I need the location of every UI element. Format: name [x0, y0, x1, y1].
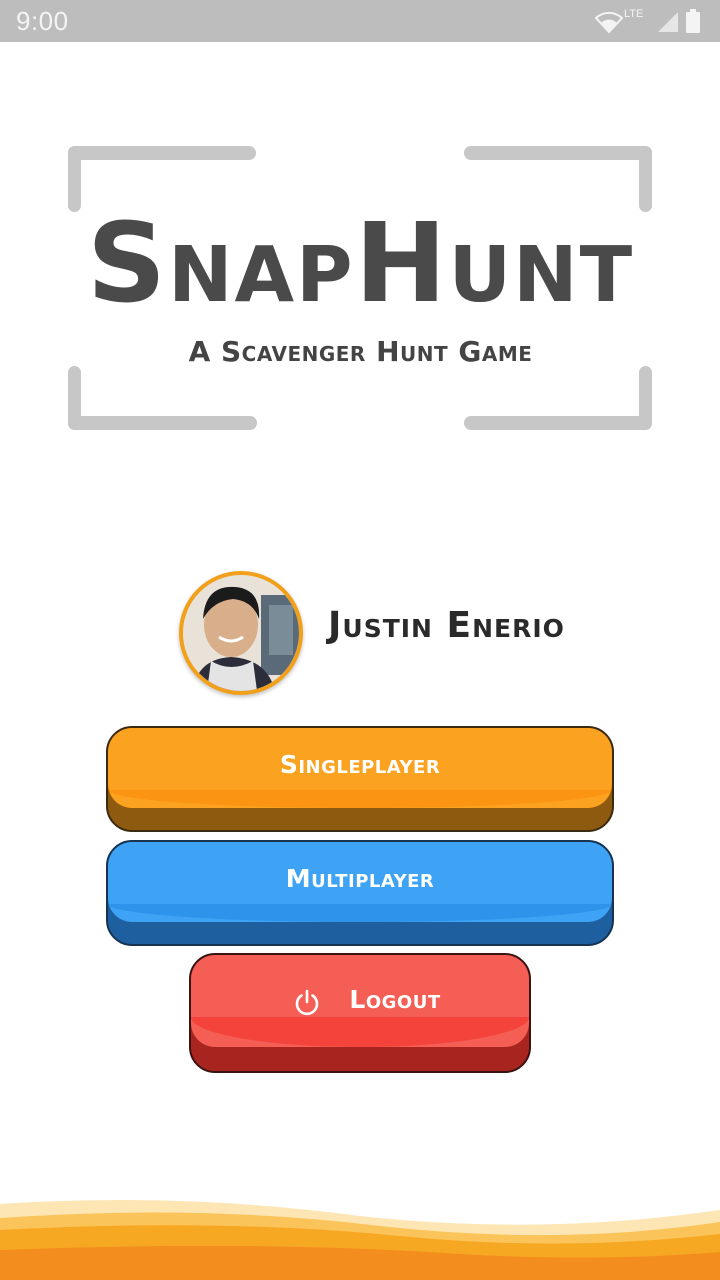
singleplayer-button-label: Singleplayer	[279, 750, 441, 779]
avatar-photo	[183, 575, 299, 691]
battery-icon	[686, 9, 700, 33]
network-type: LTE	[624, 8, 644, 20]
status-bar: 9:00 LTE	[0, 0, 720, 42]
frame-corner-top-left	[68, 146, 256, 160]
frame-corner-bottom-left	[68, 416, 257, 430]
singleplayer-button[interactable]: Singleplayer	[106, 726, 614, 832]
frame-corner-top-right	[464, 146, 652, 160]
multiplayer-button[interactable]: Multiplayer	[106, 840, 614, 946]
app-logo: SnapHunt A Scavenger Hunt Game	[68, 146, 653, 432]
status-time: 9:00	[16, 6, 69, 36]
status-icons: LTE	[594, 8, 706, 34]
logout-button[interactable]: Logout	[189, 953, 531, 1073]
app-title: SnapHunt	[86, 199, 635, 327]
signal-icon	[658, 12, 678, 32]
user-name: Justin Enerio	[328, 605, 565, 646]
frame-corner-top-right	[639, 146, 652, 212]
frame-corner-bottom-right	[639, 366, 652, 430]
multiplayer-button-label: Multiplayer	[285, 864, 435, 893]
avatar	[179, 571, 303, 695]
frame-corner-bottom-left	[68, 366, 81, 430]
logout-button-label: Logout	[349, 985, 441, 1014]
frame-corner-bottom-right	[464, 416, 652, 430]
wifi-icon	[594, 11, 624, 34]
frame-corner-top-left	[68, 146, 81, 212]
app-subtitle: A Scavenger Hunt Game	[188, 335, 533, 368]
bottom-wave	[0, 1200, 720, 1280]
